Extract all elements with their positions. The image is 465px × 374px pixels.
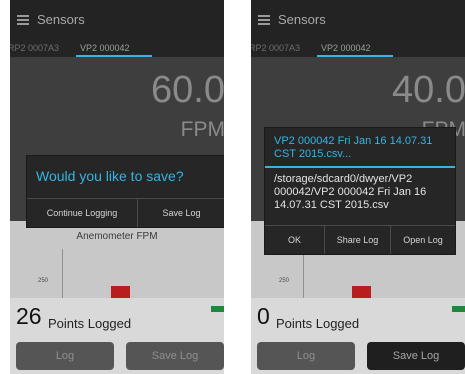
app-title: Sensors [37,12,85,27]
log-button[interactable]: Log [16,342,114,370]
tab-vp2[interactable]: VP2 000042 [321,43,371,53]
chart-y-axis [303,249,304,299]
chart-tick-label: 250 [279,278,290,284]
app-title: Sensors [278,12,326,27]
log-panel: 26 Points Logged Log Save Log [10,298,224,374]
tab-vp2[interactable]: VP2 000042 [80,43,130,53]
menu-icon[interactable] [258,15,270,25]
battery-icon [452,306,465,312]
save-log-button[interactable]: Save Log [367,342,465,370]
chart-title: Anemometer FPM [76,231,158,242]
sensor-tabs: RP2 0007A3 VP2 000042 [10,40,224,57]
chart-panel: Anemometer FPM 250 [10,221,224,299]
dialog-title-divider [265,166,455,168]
app-bar: Sensors [10,0,224,40]
menu-icon[interactable] [17,15,29,25]
chart-y-axis [62,249,63,299]
battery-icon [211,306,224,312]
sensor-value: 60.0 [151,69,224,111]
dialog-title: VP2 000042 Fri Jan 16 14.07.31 CST 2015.… [274,135,433,160]
log-button[interactable]: Log [257,342,355,370]
chart-tick-label: 250 [38,278,49,284]
share-log-button[interactable]: Share Log [325,226,390,254]
tab-rp2[interactable]: RP2 0007A3 [10,43,59,53]
log-panel: 0 Points Logged Log Save Log [251,298,465,374]
log-saved-dialog: VP2 000042 Fri Jan 16 14.07.31 CST 2015.… [264,127,456,255]
continue-logging-button[interactable]: Continue Logging [27,199,137,227]
save-dialog: Would you like to save? Continue Logging… [26,155,224,228]
sensor-tabs: RP2 0007A3 VP2 000042 [251,40,465,57]
dialog-save-log-button[interactable]: Save Log [138,199,224,227]
tab-rp2[interactable]: RP2 0007A3 [251,43,300,53]
screen-log-saved: Sensors RP2 0007A3 VP2 000042 40.0 FPM 2… [251,0,465,374]
ok-button[interactable]: OK [265,226,324,254]
points-label: Points Logged [276,316,360,331]
points-label: Points Logged [48,316,132,331]
app-bar: Sensors [251,0,465,40]
open-log-button[interactable]: Open Log [391,226,455,254]
points-count: 26 [16,303,42,329]
dialog-title: Would you like to save? [36,168,184,184]
sensor-value: 40.0 [392,69,465,111]
sensor-unit: FPM [180,118,224,141]
save-log-button[interactable]: Save Log [126,342,224,370]
points-count: 0 [257,303,270,329]
dialog-file-path: /storage/sdcard0/dwyer/VP2 000042/VP2 00… [274,173,427,211]
screen-save-prompt: Sensors RP2 0007A3 VP2 000042 60.0 FPM F… [10,0,224,374]
